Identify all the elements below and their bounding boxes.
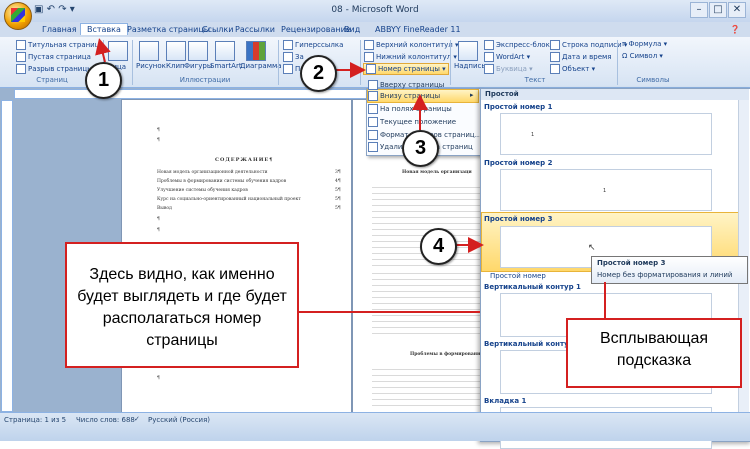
callout-tooltip-explanation: Всплывающая подсказка [566, 318, 742, 388]
callout-text: Всплывающая подсказка [599, 330, 709, 369]
step-badge-2: 2 [300, 55, 337, 92]
step-badge-3: 3 [402, 130, 439, 167]
step-badge-4: 4 [420, 228, 457, 265]
callout-preview-explanation: Здесь видно, как именно будет выглядеть … [65, 242, 299, 368]
step-badge-1: 1 [85, 62, 122, 99]
callout-text: Здесь видно, как именно будет выглядеть … [77, 266, 287, 349]
